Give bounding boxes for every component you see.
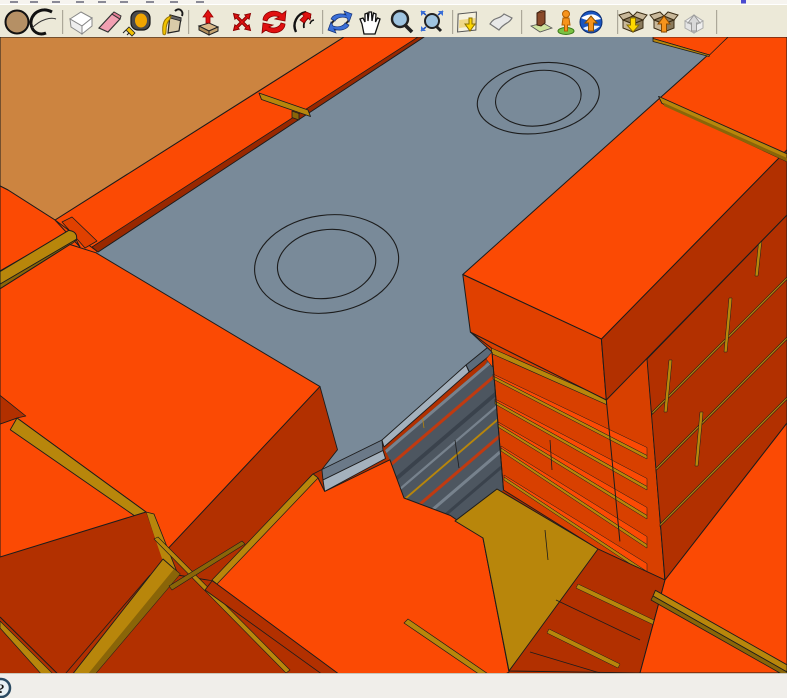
svg-text:?: ? xyxy=(0,681,5,696)
